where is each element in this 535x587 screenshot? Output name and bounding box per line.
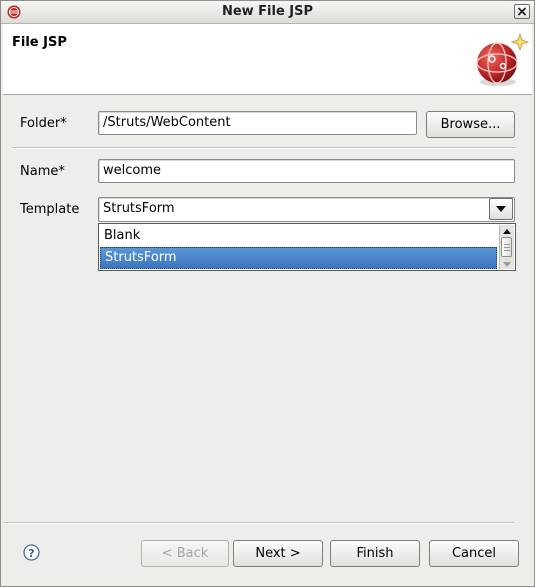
folder-label: Folder*: [20, 116, 67, 131]
finish-button[interactable]: Finish: [330, 540, 420, 567]
next-button[interactable]: Next >: [233, 540, 323, 567]
wizard-header: File JSP: [3, 24, 532, 95]
close-icon: [517, 7, 527, 16]
template-dropdown-button[interactable]: [489, 198, 513, 220]
dialog-window: New File JSP File JSP Folder* /Struts/We…: [0, 0, 535, 587]
window-title: New File JSP: [221, 4, 314, 19]
chevron-down-icon: [496, 206, 506, 212]
template-dropdown-list[interactable]: Blank StrutsForm: [98, 223, 516, 271]
scroll-up-icon: [503, 229, 511, 234]
scroll-down-icon: [503, 262, 511, 267]
browse-button[interactable]: Browse...: [426, 111, 515, 138]
scrollbar-thumb[interactable]: [501, 237, 512, 257]
template-combo-value: StrutsForm: [103, 201, 175, 216]
footer-separator: [3, 522, 514, 524]
page-title: File JSP: [12, 35, 67, 50]
template-combo[interactable]: StrutsForm: [98, 197, 515, 222]
dropdown-scrollbar[interactable]: [499, 225, 514, 269]
cancel-button[interactable]: Cancel: [429, 540, 519, 567]
jsp-globe-icon: [476, 32, 530, 86]
name-field[interactable]: welcome: [98, 159, 515, 183]
back-button[interactable]: < Back: [141, 540, 229, 567]
separator: [11, 147, 516, 149]
close-button[interactable]: [514, 4, 530, 19]
name-label: Name*: [20, 164, 65, 179]
title-bar[interactable]: New File JSP: [1, 1, 534, 24]
folder-field[interactable]: /Struts/WebContent: [98, 111, 417, 135]
svg-text:?: ?: [28, 547, 34, 560]
help-icon[interactable]: ?: [23, 544, 40, 561]
dropdown-option-blank[interactable]: Blank: [100, 225, 497, 247]
template-label: Template: [20, 202, 80, 217]
dropdown-option-strutsform[interactable]: StrutsForm: [100, 247, 497, 269]
